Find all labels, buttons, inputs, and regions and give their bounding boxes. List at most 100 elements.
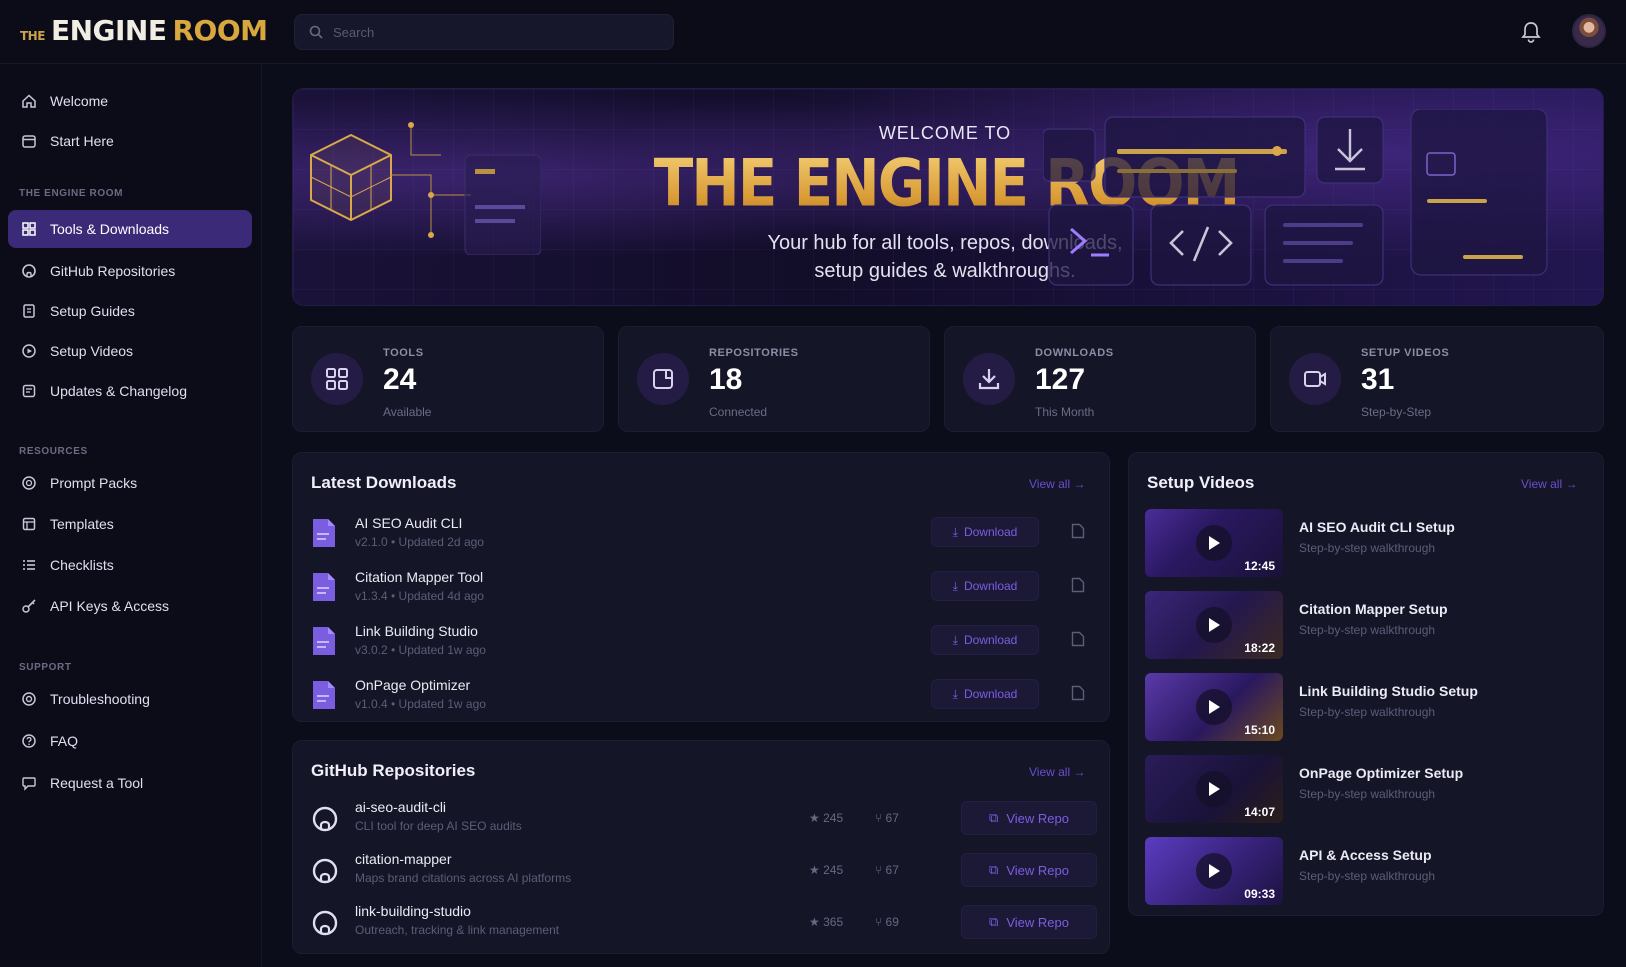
sidebar-item-faq[interactable]: FAQ bbox=[8, 722, 252, 760]
stat-value: 24 bbox=[383, 363, 417, 396]
download-button[interactable]: ⤓ Download bbox=[931, 571, 1039, 601]
download-row: OnPage Optimizer v1.0.4 • Updated 1w ago… bbox=[309, 673, 1099, 725]
video-subtitle: Step-by-step walkthrough bbox=[1299, 705, 1436, 719]
video-row[interactable]: 09:33 API & Access Setup Step-by-step wa… bbox=[1145, 837, 1585, 907]
video-row[interactable]: 14:07 OnPage Optimizer Setup Step-by-ste… bbox=[1145, 755, 1585, 825]
repo-forks-count: 69 bbox=[885, 915, 899, 929]
play-icon[interactable] bbox=[1196, 525, 1232, 561]
bell-icon[interactable] bbox=[1520, 20, 1542, 44]
app-logo[interactable]: THE ENGINE ROOM bbox=[20, 14, 268, 50]
grid-icon bbox=[311, 353, 363, 405]
download-name[interactable]: Link Building Studio bbox=[355, 623, 478, 639]
layers-icon bbox=[20, 474, 38, 492]
play-icon[interactable] bbox=[1196, 853, 1232, 889]
video-subtitle: Step-by-step walkthrough bbox=[1299, 869, 1436, 883]
sidebar-item-label: Templates bbox=[50, 516, 114, 532]
video-thumbnail[interactable]: 18:22 bbox=[1145, 591, 1283, 659]
stat-caption: Connected bbox=[709, 405, 768, 419]
section-label-engine-room: THE ENGINE ROOM bbox=[19, 188, 124, 199]
repo-forks: ⑂ 69 bbox=[875, 915, 899, 929]
video-duration: 14:07 bbox=[1244, 805, 1275, 819]
document-icon[interactable] bbox=[1071, 523, 1085, 539]
download-icon: ⤓ bbox=[952, 524, 958, 539]
sidebar-item-label: Tools & Downloads bbox=[50, 221, 170, 237]
video-title[interactable]: Citation Mapper Setup bbox=[1299, 601, 1448, 617]
video-row[interactable]: 15:10 Link Building Studio Setup Step-by… bbox=[1145, 673, 1585, 743]
sidebar-item-setup-videos[interactable]: Setup Videos bbox=[8, 332, 252, 370]
stat-card-setup-videos[interactable]: SETUP VIDEOS 31 Step-by-Step bbox=[1270, 326, 1604, 432]
video-title[interactable]: AI SEO Audit CLI Setup bbox=[1299, 519, 1455, 535]
sidebar-item-api-keys-access[interactable]: API Keys & Access bbox=[8, 587, 252, 625]
view-repo-button[interactable]: ⧉ View Repo bbox=[961, 801, 1097, 835]
repo-forks-count: 67 bbox=[885, 863, 899, 877]
view-repo-button[interactable]: ⧉ View Repo bbox=[961, 905, 1097, 939]
view-all-link[interactable]: View all → bbox=[1029, 477, 1085, 491]
sidebar-item-welcome[interactable]: Welcome bbox=[8, 82, 252, 120]
panel-title: Latest Downloads bbox=[311, 473, 457, 492]
repo-name[interactable]: link-building-studio bbox=[355, 903, 471, 919]
stat-card-downloads[interactable]: DOWNLOADS 127 This Month bbox=[944, 326, 1256, 432]
sidebar-item-updates-changelog[interactable]: Updates & Changelog bbox=[8, 372, 252, 410]
sidebar-item-checklists[interactable]: Checklists bbox=[8, 546, 252, 584]
view-repo-button[interactable]: ⧉ View Repo bbox=[961, 853, 1097, 887]
download-button[interactable]: ⤓ Download bbox=[931, 517, 1039, 547]
github-icon bbox=[312, 806, 338, 832]
sidebar-item-label: GitHub Repositories bbox=[50, 263, 176, 279]
download-button[interactable]: ⤓ Download bbox=[931, 679, 1039, 709]
stat-label: SETUP VIDEOS bbox=[1361, 347, 1450, 359]
sidebar-item-setup-guides[interactable]: Setup Guides bbox=[8, 292, 252, 330]
calendar-icon bbox=[20, 132, 38, 150]
view-repo-label: View Repo bbox=[1006, 862, 1069, 878]
sidebar-item-templates[interactable]: Templates bbox=[8, 505, 252, 543]
refresh-icon bbox=[20, 382, 38, 400]
download-icon: ⤓ bbox=[952, 632, 958, 647]
video-row[interactable]: 12:45 AI SEO Audit CLI Setup Step-by-ste… bbox=[1145, 509, 1585, 579]
video-icon bbox=[1289, 353, 1341, 405]
download-name[interactable]: OnPage Optimizer bbox=[355, 677, 470, 693]
download-name[interactable]: Citation Mapper Tool bbox=[355, 569, 483, 585]
search-bar[interactable] bbox=[294, 14, 674, 50]
user-avatar[interactable] bbox=[1572, 14, 1606, 48]
video-duration: 12:45 bbox=[1244, 559, 1275, 573]
video-thumbnail[interactable]: 12:45 bbox=[1145, 509, 1283, 577]
document-icon[interactable] bbox=[1071, 685, 1085, 701]
document-icon[interactable] bbox=[1071, 631, 1085, 647]
download-button[interactable]: ⤓ Download bbox=[931, 625, 1039, 655]
document-icon[interactable] bbox=[1071, 577, 1085, 593]
home-icon bbox=[20, 92, 38, 110]
stat-card-tools[interactable]: TOOLS 24 Available bbox=[292, 326, 604, 432]
view-all-link[interactable]: View all → bbox=[1029, 765, 1085, 779]
star-icon: ★ bbox=[809, 863, 824, 877]
sidebar-item-tools-downloads[interactable]: Tools & Downloads bbox=[8, 210, 252, 248]
view-all-link[interactable]: View all → bbox=[1521, 477, 1577, 491]
sidebar-item-start-here[interactable]: Start Here bbox=[8, 122, 252, 160]
search-input[interactable] bbox=[333, 24, 633, 40]
play-circle-icon bbox=[20, 342, 38, 360]
sidebar-item-github-repositories[interactable]: GitHub Repositories bbox=[8, 252, 252, 290]
video-title[interactable]: Link Building Studio Setup bbox=[1299, 683, 1478, 699]
download-button-label: Download bbox=[963, 687, 1018, 701]
download-meta: v1.0.4 • Updated 1w ago bbox=[355, 697, 486, 711]
download-name[interactable]: AI SEO Audit CLI bbox=[355, 515, 462, 531]
video-thumbnail[interactable]: 14:07 bbox=[1145, 755, 1283, 823]
video-row[interactable]: 18:22 Citation Mapper Setup Step-by-step… bbox=[1145, 591, 1585, 661]
video-thumbnail[interactable]: 09:33 bbox=[1145, 837, 1283, 905]
video-title[interactable]: API & Access Setup bbox=[1299, 847, 1432, 863]
repo-name[interactable]: citation-mapper bbox=[355, 851, 452, 867]
play-icon[interactable] bbox=[1196, 771, 1232, 807]
download-row: Link Building Studio v3.0.2 • Updated 1w… bbox=[309, 619, 1099, 671]
video-thumbnail[interactable]: 15:10 bbox=[1145, 673, 1283, 741]
logo-engine: ENGINE bbox=[50, 14, 167, 47]
play-icon[interactable] bbox=[1196, 689, 1232, 725]
stat-card-repositories[interactable]: REPOSITORIES 18 Connected bbox=[618, 326, 930, 432]
sidebar-item-request-tool[interactable]: Request a Tool bbox=[8, 764, 252, 802]
play-icon[interactable] bbox=[1196, 607, 1232, 643]
star-icon: ★ bbox=[809, 915, 824, 929]
video-title[interactable]: OnPage Optimizer Setup bbox=[1299, 765, 1463, 781]
repo-name[interactable]: ai-seo-audit-cli bbox=[355, 799, 446, 815]
download-row: AI SEO Audit CLI v2.1.0 • Updated 2d ago… bbox=[309, 511, 1099, 563]
sidebar-item-label: API Keys & Access bbox=[50, 598, 170, 614]
sidebar-item-prompt-packs[interactable]: Prompt Packs bbox=[8, 464, 252, 502]
sidebar-item-troubleshooting[interactable]: Troubleshooting bbox=[8, 680, 252, 718]
sidebar-item-label: Troubleshooting bbox=[50, 691, 150, 707]
